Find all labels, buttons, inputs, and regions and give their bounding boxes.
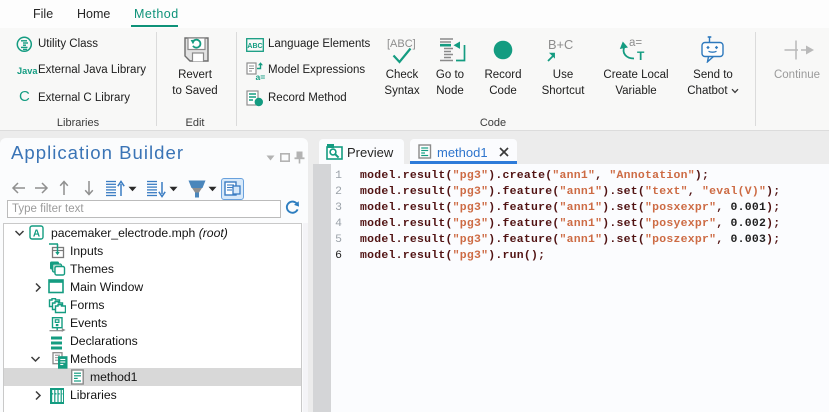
svg-text:ABC: ABC [247, 43, 262, 50]
svg-text:A: A [33, 228, 40, 239]
svg-text:T: T [637, 49, 645, 63]
svg-text:a=: a= [629, 37, 642, 49]
svg-text:a=: a= [256, 72, 266, 81]
